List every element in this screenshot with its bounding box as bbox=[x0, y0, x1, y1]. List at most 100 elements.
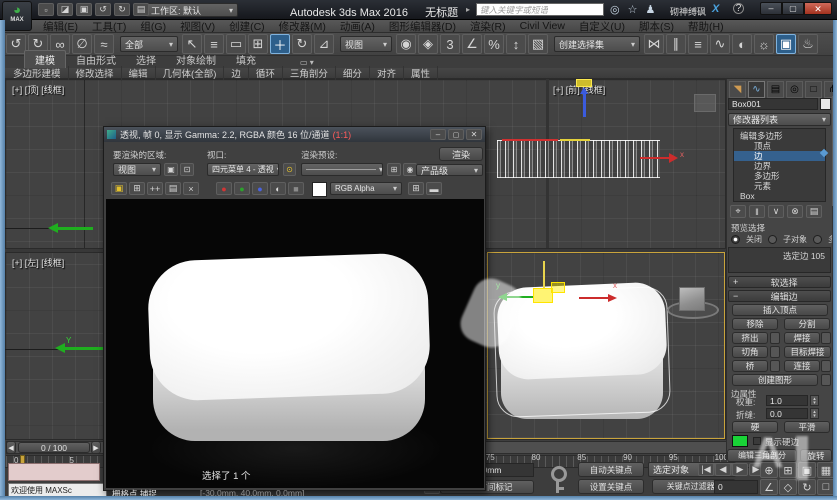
soft-selection-rollout[interactable]: +软选择 bbox=[728, 276, 831, 288]
signin-user-icon[interactable]: ♟ bbox=[645, 3, 655, 16]
create-shape-settings-button[interactable] bbox=[821, 374, 831, 386]
orbit-icon[interactable]: ↻ bbox=[798, 479, 816, 495]
menu-item[interactable]: 图形编辑器(D) bbox=[382, 18, 463, 35]
render-minimize-button[interactable]: – bbox=[430, 129, 446, 140]
set-key-icon[interactable] bbox=[545, 464, 571, 496]
window-minimize-button[interactable]: – bbox=[760, 2, 782, 15]
lock-viewport-icon[interactable]: ⊙ bbox=[283, 163, 296, 176]
open-file-icon[interactable]: ◪ bbox=[57, 3, 73, 16]
viewcube[interactable] bbox=[679, 287, 705, 311]
weight-spinner[interactable]: ▴▾ bbox=[810, 395, 819, 406]
modifier-stack[interactable]: 编辑多边形顶点边边界多边形元素Box bbox=[733, 128, 826, 202]
clear-image-icon[interactable]: × bbox=[183, 182, 199, 195]
clone-window-icon[interactable]: ⊞ bbox=[129, 182, 145, 195]
modifier-list-dropdown[interactable]: 修改器列表 bbox=[728, 113, 831, 126]
render-setup-icon[interactable]: ☼ bbox=[754, 34, 774, 54]
bridge-settings-button[interactable] bbox=[770, 360, 780, 372]
configure-sets-icon[interactable]: ▤ bbox=[806, 205, 822, 218]
menu-item[interactable]: Civil View bbox=[513, 19, 572, 33]
edit-edges-rollout[interactable]: −编辑边 bbox=[728, 290, 831, 302]
fov-icon[interactable]: ∠ bbox=[760, 479, 778, 495]
percent-snap-icon[interactable]: % bbox=[484, 34, 504, 54]
spinner-snap-icon[interactable]: ↕ bbox=[506, 34, 526, 54]
undo-icon[interactable]: ↺ bbox=[95, 3, 111, 16]
split-button[interactable]: 分割 bbox=[784, 318, 830, 330]
ribbon-panel-item[interactable]: 边 bbox=[224, 66, 249, 80]
weight-field[interactable]: 1.0 bbox=[766, 395, 808, 406]
ribbon-minimize-icon[interactable]: ▭ ▾ bbox=[300, 58, 314, 67]
time-slider-prev[interactable]: ◀ bbox=[6, 441, 16, 454]
mirror-icon[interactable]: ⋈ bbox=[644, 34, 664, 54]
max-logo-button[interactable]: ◕ MAX bbox=[2, 1, 32, 31]
perspective-viewport[interactable]: y x bbox=[487, 252, 725, 439]
tab-hierarchy-icon[interactable]: ▤ bbox=[767, 81, 784, 98]
redo-icon[interactable]: ↻ bbox=[114, 3, 130, 16]
search-input[interactable]: 键入关键字或短语 bbox=[476, 3, 604, 16]
menu-item[interactable]: 组(G) bbox=[133, 18, 173, 35]
stack-item[interactable]: Box bbox=[734, 191, 825, 201]
material-editor-icon[interactable]: ◐ bbox=[732, 34, 752, 54]
ribbon-panel-item[interactable]: 编辑 bbox=[122, 66, 156, 80]
radio-subobj[interactable] bbox=[768, 235, 777, 244]
create-shape-button[interactable]: 创建图形 bbox=[732, 374, 818, 386]
ribbon-panel-item[interactable]: 修改选择 bbox=[69, 66, 122, 80]
alpha-channel-icon[interactable]: ◐ bbox=[270, 182, 286, 195]
menu-item[interactable]: 渲染(R) bbox=[463, 18, 513, 35]
layer-manager-icon[interactable]: ≡ bbox=[688, 34, 708, 54]
pan-icon[interactable]: ◇ bbox=[779, 479, 797, 495]
crease-spinner[interactable]: ▴▾ bbox=[810, 408, 819, 419]
selection-filter-dropdown[interactable]: 全部 bbox=[120, 36, 178, 52]
menu-item[interactable]: 工具(T) bbox=[85, 18, 133, 35]
stack-item[interactable]: 元素 bbox=[734, 181, 825, 191]
render-preset-dropdown[interactable]: —————————— bbox=[301, 163, 383, 176]
viewport-select-dropdown[interactable]: 四元菜单 4 - 透视 bbox=[207, 163, 279, 176]
tab-motion-icon[interactable]: ◎ bbox=[786, 81, 803, 98]
auto-region-icon[interactable]: ⊡ bbox=[180, 163, 194, 176]
menu-item[interactable]: 视图(V) bbox=[173, 18, 222, 35]
named-selection-edit-icon[interactable]: ▧ bbox=[528, 34, 548, 54]
new-file-icon[interactable]: ▫ bbox=[38, 3, 54, 16]
render-button[interactable]: 渲染 bbox=[439, 147, 483, 161]
connect-settings-button[interactable] bbox=[821, 360, 831, 372]
viewport-label-top[interactable]: [+] [顶] [线框] bbox=[12, 83, 64, 96]
crease-field[interactable]: 0.0 bbox=[766, 408, 808, 419]
weld-settings-button[interactable] bbox=[821, 332, 831, 344]
area-to-render-dropdown[interactable]: 视图 bbox=[113, 163, 161, 176]
search-collapse-icon[interactable]: ▸ bbox=[466, 5, 470, 14]
stack-item[interactable]: 边 bbox=[734, 151, 825, 161]
gizmo-x-arrow[interactable] bbox=[579, 297, 609, 299]
green-channel-icon[interactable]: ● bbox=[234, 182, 250, 195]
curve-editor-icon[interactable]: ∿ bbox=[710, 34, 730, 54]
print-image-icon[interactable]: ▤ bbox=[165, 182, 181, 195]
exchange-icon[interactable]: X bbox=[712, 3, 719, 15]
ribbon-panel-item[interactable]: 对齐 bbox=[370, 66, 404, 80]
object-name-field[interactable]: Box001 bbox=[728, 98, 818, 110]
gizmo-plane-1[interactable] bbox=[533, 288, 553, 303]
viewport-label-left[interactable]: [+] [左] [线框] bbox=[12, 256, 64, 269]
stack-item[interactable]: 编辑多边形 bbox=[734, 131, 825, 141]
render-quality-dropdown[interactable]: 产品级 bbox=[416, 164, 483, 176]
background-color-swatch[interactable] bbox=[312, 182, 327, 197]
frame-number-field[interactable]: 0 bbox=[714, 480, 758, 494]
ribbon-panel-item[interactable]: 属性 bbox=[404, 66, 438, 80]
undo-icon[interactable]: ↺ bbox=[6, 34, 26, 54]
ribbon-panel-item[interactable]: 多边形建模 bbox=[6, 66, 69, 80]
monochrome-icon[interactable]: ■ bbox=[288, 182, 304, 195]
preset-target-icon[interactable]: ◉ bbox=[403, 163, 417, 176]
blue-channel-icon[interactable]: ● bbox=[252, 182, 268, 195]
channel-display-dropdown[interactable]: RGB Alpha bbox=[330, 182, 402, 195]
pin-stack-icon[interactable]: ⌖ bbox=[730, 205, 746, 218]
remove-button[interactable]: 移除 bbox=[732, 318, 778, 330]
auto-key-button[interactable]: 自动关键点 bbox=[578, 462, 644, 477]
layers-icon[interactable]: ⊞ bbox=[408, 182, 424, 195]
edit-region-icon[interactable]: ▣ bbox=[164, 163, 178, 176]
front-viewcube[interactable] bbox=[694, 94, 716, 112]
workspace-dropdown[interactable]: 工作区: 默认 bbox=[146, 3, 238, 17]
add-channel-icon[interactable]: ++ bbox=[147, 182, 163, 195]
chamfer-button[interactable]: 切角 bbox=[732, 346, 768, 358]
stack-item[interactable]: 多边形 bbox=[734, 171, 825, 181]
insert-vertex-button[interactable]: 插入顶点 bbox=[732, 304, 828, 316]
project-folder-icon[interactable]: ▤ bbox=[133, 3, 149, 16]
set-key-button[interactable]: 设置关键点 bbox=[578, 479, 644, 494]
named-selection-dropdown[interactable]: 创建选择集 bbox=[554, 36, 640, 52]
